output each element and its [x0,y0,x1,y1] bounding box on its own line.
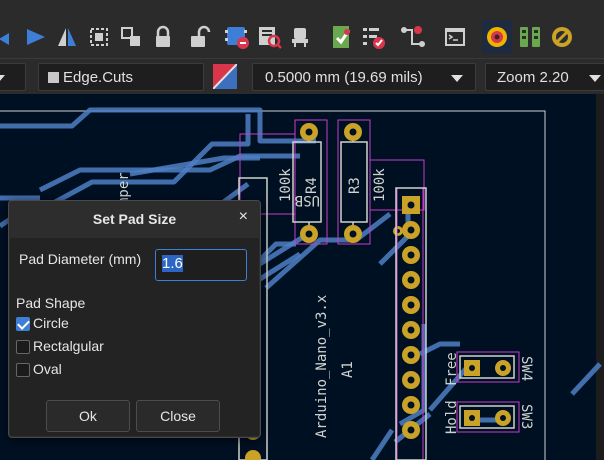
ok-button[interactable]: Ok [46,400,130,432]
pad-diameter-value: 1.6 [162,255,183,272]
sw3-pad-hole [500,415,506,421]
circle-option-label[interactable]: Circle [33,315,69,331]
track-width-select[interactable]: 0.5000 mm (19.69 mils) [252,63,476,91]
layer-color-swatch [48,72,59,83]
layer-select-value: Edge.Cuts [63,69,134,86]
oval-option-label[interactable]: Oval [33,361,62,377]
flip-horizontal-icon[interactable] [52,20,82,54]
sw4-pad-hole [500,365,506,371]
silk-arduino: Arduino_Nano_v3.x [314,295,330,438]
track-width-value: 0.5000 mm (19.69 mils) [265,69,423,86]
silk-free: Free [444,352,460,386]
silk-sw3: SW3 [518,404,534,429]
mirror-icon[interactable] [21,20,51,54]
netlist-icon[interactable] [398,20,428,54]
silk-a1: A1 [340,361,356,378]
set-pad-size-dialog: Set Pad Size × Pad Diameter (mm) 1.6 Pad… [8,200,261,438]
chevron-down-icon [589,75,601,82]
terminal-icon[interactable] [440,20,470,54]
sw4-pad-hole [469,365,475,371]
chair-icon[interactable] [285,20,315,54]
rectangular-option-label[interactable]: Rectalgular [33,338,104,354]
silk-r3-ref: R3 [347,177,363,194]
checklist-icon[interactable] [358,20,388,54]
grid-select[interactable] [0,63,26,91]
dialog-title: Set Pad Size [92,211,177,227]
circle-checkbox[interactable] [16,317,30,331]
dialog-body: Pad Diameter (mm) 1.6 Pad Shape Circle R… [10,238,259,436]
drc-icon[interactable] [327,20,357,54]
vertical-scrollbar[interactable] [596,94,604,460]
oval-checkbox[interactable] [16,363,30,377]
main-toolbar [0,0,604,58]
silk-hold: Hold [444,400,460,434]
footprint-editor-icon[interactable] [222,20,252,54]
chevron-down-icon [451,75,463,82]
chevron-down-icon [0,75,5,82]
silk-edge-char: x [600,176,604,184]
ungroup-icon[interactable] [116,20,146,54]
pcb-calculator-icon[interactable] [482,20,512,54]
gerber-icon[interactable] [547,20,577,54]
silk-usb: USB [295,192,320,208]
lock-icon[interactable] [148,20,178,54]
silk-r4-ref: R4 [304,177,320,194]
layer-select[interactable]: Edge.Cuts [38,63,204,91]
silk-r3-value: 100k [372,168,388,202]
zoom-value: Zoom 2.20 [497,69,569,86]
layer-pair-icon[interactable] [213,64,237,89]
group-icon[interactable] [84,20,114,54]
pad-diameter-input[interactable]: 1.6 [155,249,247,281]
close-button[interactable]: Close [136,400,220,432]
footprint-browser-icon[interactable] [254,20,284,54]
unlock-icon[interactable] [184,20,214,54]
close-icon[interactable]: × [239,208,248,226]
rectangular-checkbox[interactable] [16,340,30,354]
sw3-pad-hole [469,415,475,421]
silk-sw4: SW4 [518,356,534,381]
zoom-select[interactable]: Zoom 2.20 [485,63,604,91]
options-toolbar: Edge.Cuts 0.5000 mm (19.69 mils) Zoom 2.… [0,58,604,95]
pad-diameter-label: Pad Diameter (mm) [19,251,142,267]
pad-shape-label: Pad Shape [16,295,86,311]
layer-stack-icon[interactable] [515,20,545,54]
silk-r4-value: 100k [278,168,294,202]
